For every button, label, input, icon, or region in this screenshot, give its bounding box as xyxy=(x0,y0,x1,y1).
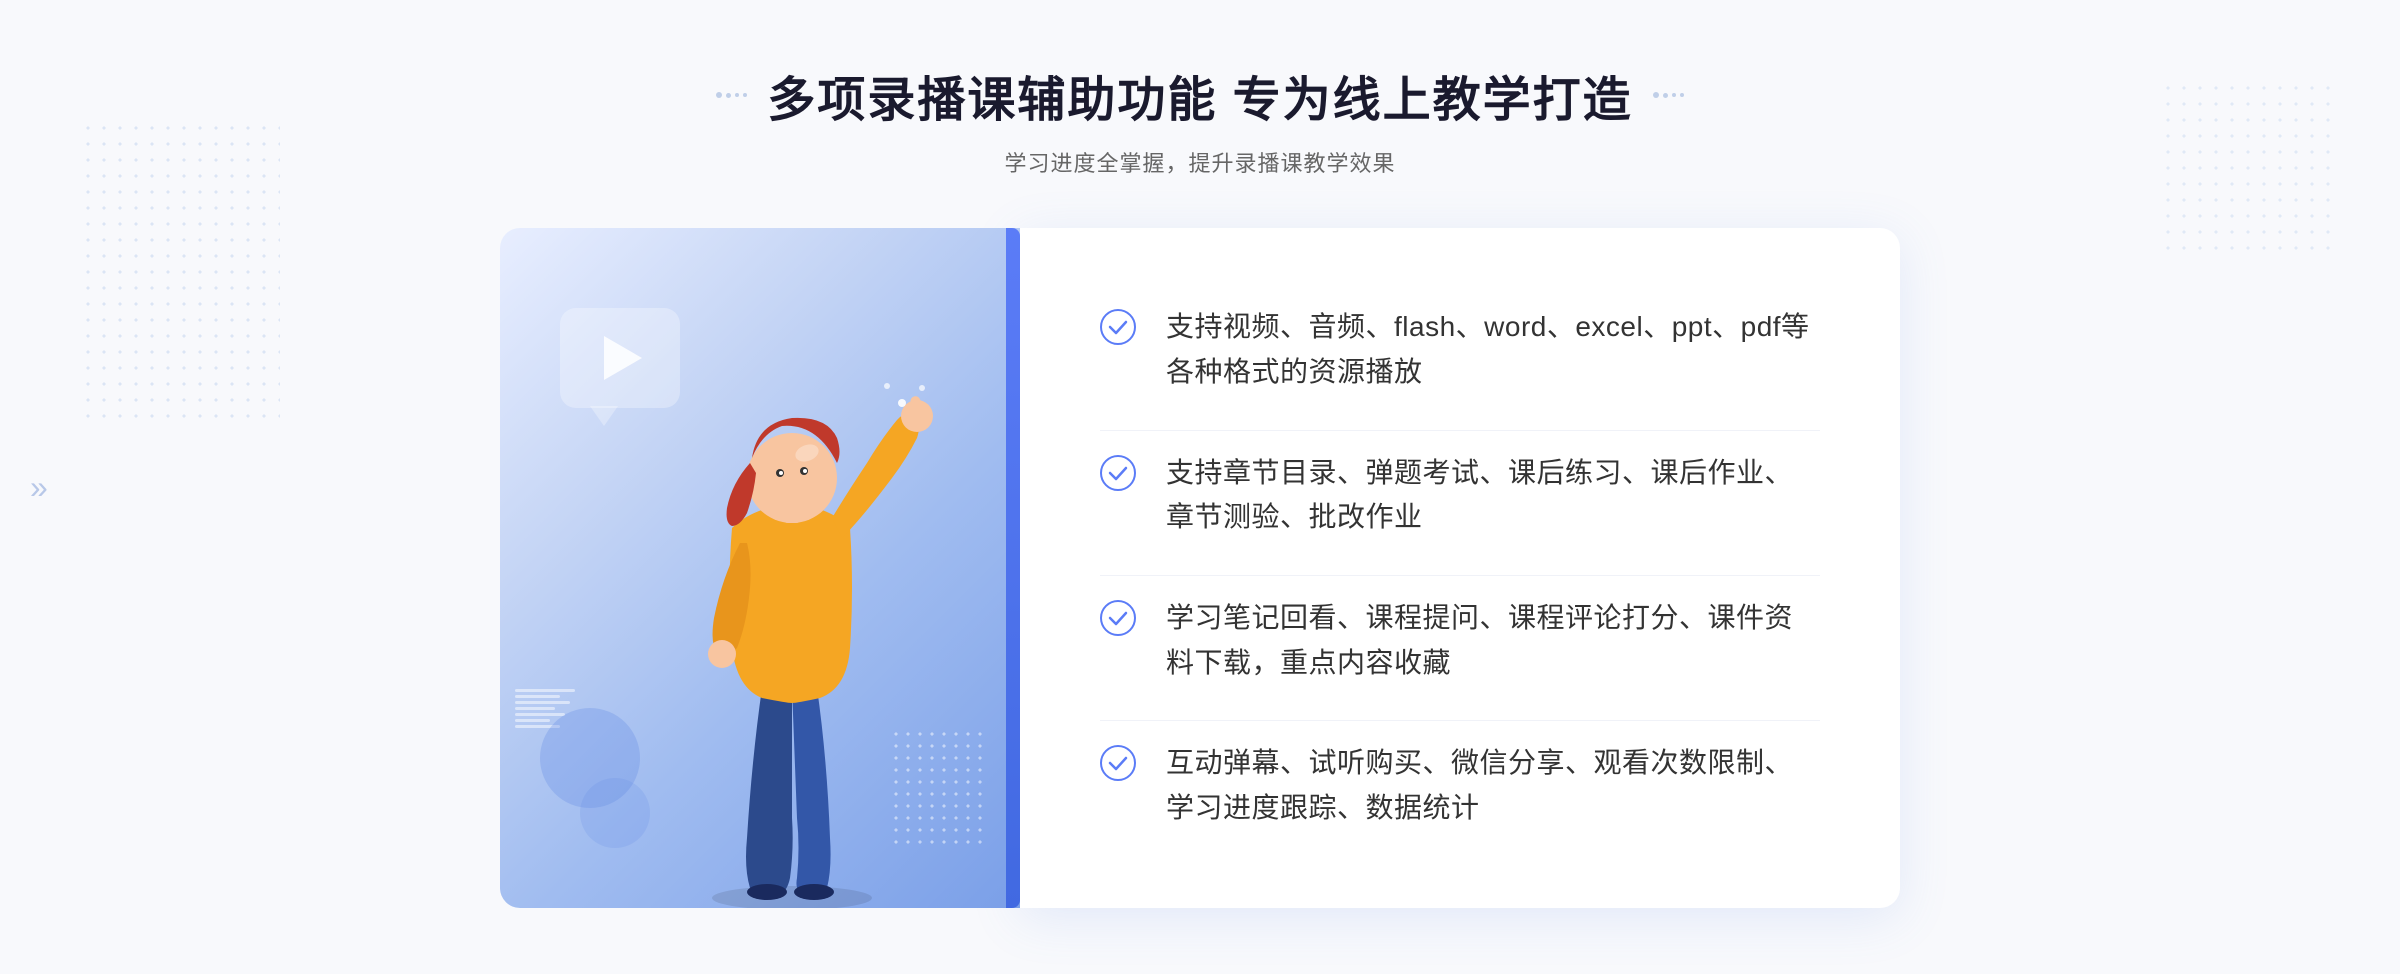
content-area: 支持视频、音频、flash、word、excel、ppt、pdf等各种格式的资源… xyxy=(500,228,1900,908)
page-container: » 多项录播课辅助功能 专为线上教学打造 学习进度全掌握，提升录播课教学效果 xyxy=(0,0,2400,974)
check-icon-3 xyxy=(1100,600,1136,636)
top-right-dots-decoration xyxy=(2160,80,2340,260)
feature-text-3: 学习笔记回看、课程提问、课程评论打分、课件资料下载，重点内容收藏 xyxy=(1166,596,1820,686)
left-title-decorator xyxy=(716,92,747,98)
person-illustration xyxy=(632,308,952,908)
feature-text-1: 支持视频、音频、flash、word、excel、ppt、pdf等各种格式的资源… xyxy=(1166,305,1820,395)
check-icon-2 xyxy=(1100,455,1136,491)
illustration-area xyxy=(500,228,1020,908)
subtitle: 学习进度全掌握，提升录播课教学效果 xyxy=(716,146,1683,178)
check-icon-4 xyxy=(1100,745,1136,781)
features-area: 支持视频、音频、flash、word、excel、ppt、pdf等各种格式的资源… xyxy=(1020,228,1900,908)
check-icon-1 xyxy=(1100,309,1136,345)
feature-text-2: 支持章节目录、弹题考试、课后练习、课后作业、章节测验、批改作业 xyxy=(1166,451,1820,541)
main-title: 多项录播课辅助功能 专为线上教学打造 xyxy=(767,60,1632,130)
chevron-icon-1: » xyxy=(30,471,48,503)
blue-bar-decoration xyxy=(1006,228,1020,908)
feature-text-4: 互动弹幕、试听购买、微信分享、观看次数限制、学习进度跟踪、数据统计 xyxy=(1166,741,1820,831)
feature-item-2: 支持章节目录、弹题考试、课后练习、课后作业、章节测验、批改作业 xyxy=(1100,430,1820,561)
header-section: 多项录播课辅助功能 专为线上教学打造 学习进度全掌握，提升录播课教学效果 xyxy=(716,60,1683,178)
feature-item-1: 支持视频、音频、flash、word、excel、ppt、pdf等各种格式的资源… xyxy=(1100,285,1820,415)
right-title-decorator xyxy=(1653,92,1684,98)
left-chevrons-decoration: » xyxy=(30,471,48,503)
title-row: 多项录播课辅助功能 专为线上教学打造 xyxy=(716,60,1683,130)
feature-item-3: 学习笔记回看、课程提问、课程评论打分、课件资料下载，重点内容收藏 xyxy=(1100,575,1820,706)
feature-item-4: 互动弹幕、试听购买、微信分享、观看次数限制、学习进度跟踪、数据统计 xyxy=(1100,720,1820,851)
